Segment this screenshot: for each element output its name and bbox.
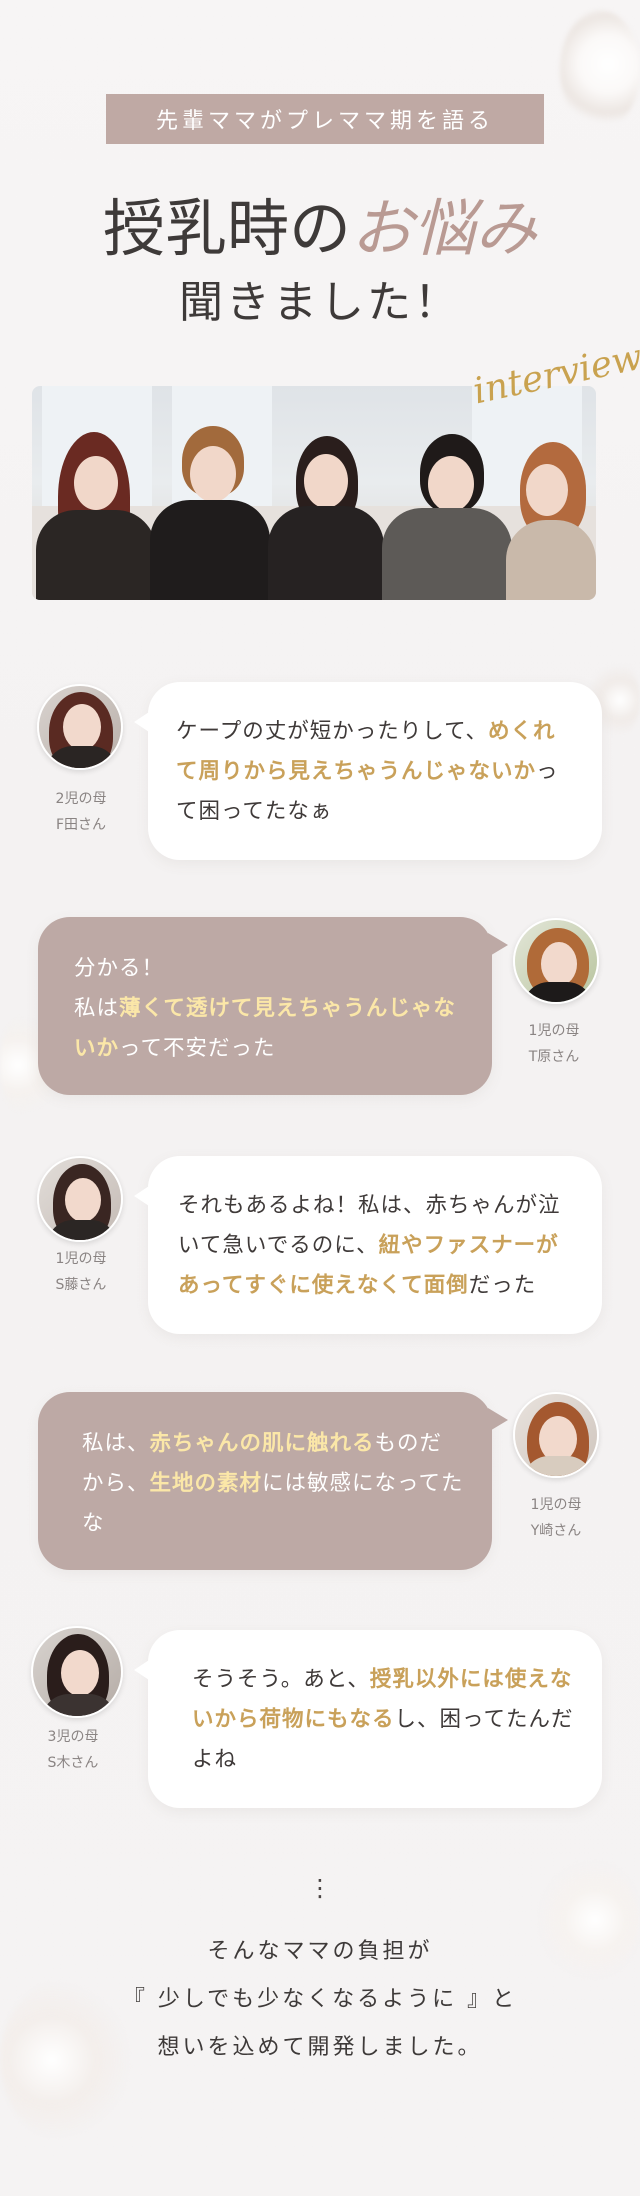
ribbon-label: 先輩ママがプレママ期を語る <box>155 109 494 134</box>
section-ribbon: 先輩ママがプレママ期を語る <box>106 94 544 144</box>
cotton-decoration <box>560 10 640 130</box>
speaker-name: S木さん <box>47 1755 99 1771</box>
speaker-name: T原さん <box>528 1049 580 1065</box>
bubble-text: だった <box>468 1273 537 1298</box>
avatar <box>37 684 123 770</box>
title-accent: お悩み <box>351 192 538 265</box>
closing-line: 想いを込めて開発しました。 <box>157 2035 483 2060</box>
chat-bubble: それもあるよね！私は、赤ちゃんが泣いて急いでるのに、紐やファスナーがあってすぐに… <box>134 1156 602 1334</box>
speaker-children: 3児の母 <box>47 1729 99 1745</box>
speaker-children: 1児の母 <box>528 1023 580 1039</box>
speaker-label: 2児の母 F田さん <box>31 786 131 838</box>
bubble-highlight: 生地の素材 <box>149 1471 263 1496</box>
bubble-highlight: 赤ちゃんの肌に触れる <box>149 1431 375 1456</box>
speaker-children: 1児の母 <box>55 1251 107 1267</box>
bubble-text: そうそう。あと、 <box>192 1667 370 1692</box>
chat-bubble: 分かる！ 私は薄くて透けて見えちゃうんじゃないかって不安だった <box>38 917 508 1095</box>
avatar <box>37 1156 123 1242</box>
page-title: 授乳時のお悩み <box>0 178 640 265</box>
speaker-label: 1児の母 S藤さん <box>31 1246 131 1298</box>
ellipsis-divider: ⋮ <box>308 1874 332 1902</box>
speaker-name: Y崎さん <box>530 1523 582 1539</box>
avatar <box>513 1392 599 1478</box>
speaker-name: F田さん <box>55 817 107 833</box>
avatar <box>31 1626 123 1718</box>
chat-bubble: 私は、赤ちゃんの肌に触れるものだから、生地の素材には敏感になってたな <box>38 1392 508 1570</box>
bubble-text: 分かる！ <box>74 956 165 981</box>
speaker-label: 1児の母 T原さん <box>504 1018 604 1070</box>
chat-bubble: ケープの丈が短かったりして、めくれて周りから見えちゃうんじゃないかって困ってたな… <box>134 682 602 860</box>
bubble-text: 私は、 <box>82 1431 150 1456</box>
bubble-text: って不安だった <box>119 1036 276 1061</box>
avatar <box>513 918 599 1004</box>
closing-line: そんなママの負担が <box>207 1939 433 1964</box>
closing-message: そんなママの負担が 『 少しでも少なくなるように 』と 想いを込めて開発しました… <box>0 1928 640 2072</box>
chat-bubble: そうそう。あと、授乳以外には使えないから荷物にもなるし、困ってたんだよね <box>134 1630 602 1808</box>
page-subtitle: 聞きました！ <box>179 277 461 328</box>
bubble-text: 私は <box>74 996 120 1021</box>
title-main: 授乳時の <box>102 192 351 265</box>
speaker-name: S藤さん <box>55 1277 107 1293</box>
speaker-children: 2児の母 <box>55 791 107 807</box>
speaker-label: 1児の母 Y崎さん <box>506 1492 606 1544</box>
bubble-text: ケープの丈が短かったりして、 <box>176 719 488 744</box>
closing-line: 『 少しでも少なくなるように 』と <box>122 1987 518 2012</box>
speaker-children: 1児の母 <box>530 1497 582 1513</box>
speaker-label: 3児の母 S木さん <box>23 1724 123 1776</box>
